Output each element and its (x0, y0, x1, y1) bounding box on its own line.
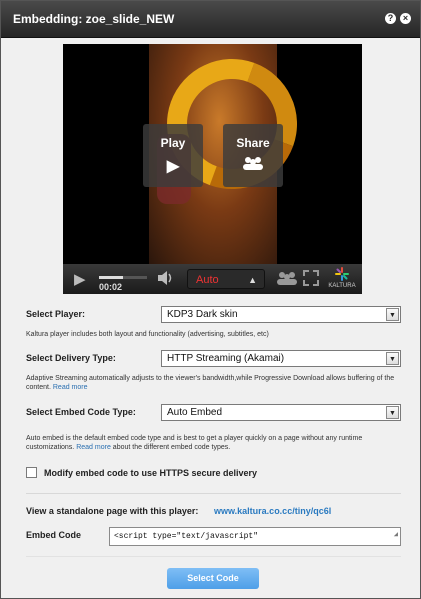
quality-value: Auto (196, 274, 219, 286)
help-icon[interactable]: ? (385, 13, 396, 24)
kaltura-brand-text: KALTURA (328, 283, 356, 289)
scrubber[interactable] (99, 276, 147, 279)
select-player-label: Select Player: (26, 309, 86, 319)
embed-type-label: Select Embed Code Type: (26, 407, 136, 417)
embed-code-value: <script type="text/javascript" (114, 532, 259, 541)
volume-icon[interactable] (157, 270, 175, 289)
https-checkbox[interactable] (26, 467, 37, 478)
embed-type-value: Auto Embed (167, 407, 223, 418)
chevron-up-icon: ▲ (248, 275, 257, 285)
standalone-label: View a standalone page with this player: (26, 506, 199, 516)
embed-type-help-suffix: about the different embed code types. (112, 444, 231, 451)
select-code-button[interactable]: Select Code (167, 568, 259, 589)
dialog-titlebar: Embedding: zoe_slide_NEW ? × (1, 1, 420, 38)
time-display: 00:02 (99, 282, 123, 292)
scrubber-fill (99, 276, 123, 279)
embed-code-textarea[interactable]: <script type="text/javascript" ◢ (109, 527, 401, 546)
embed-type-help: Auto embed is the default embed code typ… (26, 434, 401, 452)
embed-type-dropdown[interactable]: Auto Embed ▼ (161, 404, 401, 421)
divider (26, 493, 401, 494)
player-controls: ▶ 00:02 Auto ▲ KALTURA (63, 264, 362, 294)
chevron-down-icon: ▼ (386, 352, 399, 365)
delivery-read-more-link[interactable]: Read more (53, 384, 88, 391)
play-overlay-label: Play (160, 136, 186, 150)
embed-type-read-more-link[interactable]: Read more (76, 444, 111, 451)
chevron-down-icon: ▼ (386, 406, 399, 419)
people-icon (223, 156, 283, 175)
standalone-link[interactable]: www.kaltura.co.cc/tiny/qc6l (214, 506, 331, 516)
select-player-value: KDP3 Dark skin (167, 309, 238, 320)
delivery-type-dropdown[interactable]: HTTP Streaming (Akamai) ▼ (161, 350, 401, 367)
share-icon[interactable] (276, 271, 298, 288)
delivery-type-help: Adaptive Streaming automatically adjusts… (26, 374, 401, 392)
share-overlay-button[interactable]: Share (223, 124, 283, 187)
resize-grip-icon[interactable]: ◢ (394, 527, 398, 544)
fullscreen-icon[interactable] (303, 270, 319, 289)
embed-dialog: Embedding: zoe_slide_NEW ? × Play ▶ Shar… (0, 0, 421, 599)
https-checkbox-label: Modify embed code to use HTTPS secure de… (44, 468, 258, 478)
dialog-title: Embedding: zoe_slide_NEW (13, 12, 175, 26)
select-player-dropdown[interactable]: KDP3 Dark skin ▼ (161, 306, 401, 323)
close-icon[interactable]: × (400, 13, 411, 24)
play-overlay-button[interactable]: Play ▶ (143, 124, 203, 187)
footer-divider (26, 556, 401, 557)
video-player[interactable]: Play ▶ Share ▶ 00:02 Auto ▲ KALTURA (63, 44, 362, 294)
quality-selector[interactable]: Auto ▲ (187, 269, 265, 289)
select-player-help: Kaltura player includes both layout and … (26, 331, 269, 338)
kaltura-logo[interactable]: KALTURA (325, 267, 359, 289)
delivery-type-value: HTTP Streaming (Akamai) (167, 353, 285, 364)
play-button[interactable]: ▶ (74, 270, 86, 288)
delivery-type-label: Select Delivery Type: (26, 353, 116, 363)
play-icon: ▶ (166, 158, 180, 175)
share-overlay-label: Share (236, 136, 270, 150)
chevron-down-icon: ▼ (386, 308, 399, 321)
embed-code-label: Embed Code (26, 530, 82, 540)
kaltura-logo-icon (335, 267, 349, 281)
